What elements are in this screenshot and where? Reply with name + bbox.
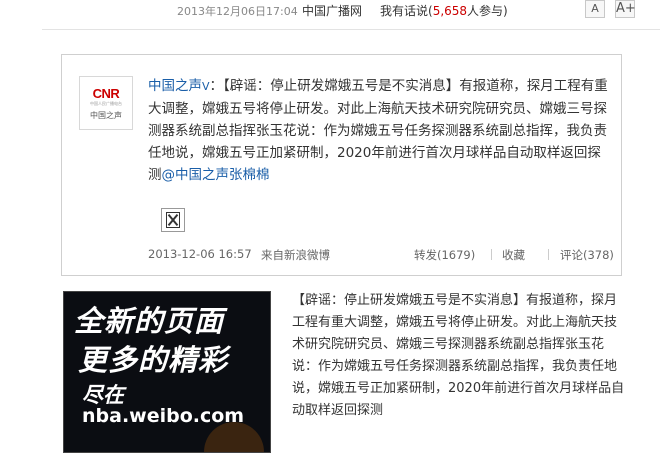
ad-line-2: 更多的精彩 bbox=[78, 343, 229, 377]
nba-weibo-ad[interactable]: 全新的页面 更多的精彩 尽在 nba.weibo.com bbox=[63, 291, 271, 453]
comment-suffix: 人参与) bbox=[467, 4, 508, 18]
comments-link[interactable]: 评论(378) bbox=[560, 247, 614, 263]
avatar[interactable]: CNR 中国人民广播电台 中国之声 bbox=[79, 76, 133, 130]
comment-count: 5,658 bbox=[432, 4, 468, 18]
font-size-small-button[interactable]: A bbox=[585, 0, 605, 18]
weibo-card: CNR 中国人民广播电台 中国之声 中国之声V：【辟谣：停止研发嫦娥五号是不实消… bbox=[61, 54, 622, 276]
collect-link[interactable]: 收藏 bbox=[502, 247, 525, 263]
weibo-user-link[interactable]: 中国之声 bbox=[148, 78, 202, 94]
footer-divider bbox=[491, 249, 492, 260]
verified-icon: V bbox=[202, 80, 210, 93]
image-thumbnail[interactable] bbox=[161, 208, 185, 232]
source-link[interactable]: 中国广播网 bbox=[302, 2, 362, 19]
mention-link[interactable]: @中国之声张棉棉 bbox=[162, 167, 270, 183]
repost-link[interactable]: 转发(1679) bbox=[414, 247, 475, 263]
comment-prefix: 我有话说( bbox=[380, 4, 433, 18]
divider bbox=[42, 29, 660, 30]
weibo-time-link[interactable]: 2013-12-06 16:57 bbox=[148, 247, 252, 261]
weibo-text: 中国之声V：【辟谣：停止研发嫦娥五号是不实消息】有报道称，探月工程有重大调整，嫦… bbox=[148, 75, 610, 186]
article-meta-bar: 2013年12月06日17:04 中国广播网 我有话说(5,658人参与) A … bbox=[0, 0, 660, 20]
cnr-logo-subtitle: 中国人民广播电台 bbox=[90, 101, 122, 106]
weibo-footer: 2013-12-06 16:57 来自新浪微博 转发(1679) 收藏 评论(3… bbox=[148, 247, 614, 263]
ad-url: nba.weibo.com bbox=[82, 405, 245, 427]
weibo-source-link[interactable]: 来自新浪微博 bbox=[261, 247, 330, 263]
publish-date: 2013年12月06日17:04 bbox=[177, 5, 298, 18]
avatar-name: 中国之声 bbox=[90, 111, 122, 120]
cnr-logo: CNR bbox=[92, 86, 120, 101]
footer-divider bbox=[548, 249, 549, 260]
ad-line-1: 全新的页面 bbox=[74, 304, 225, 338]
broken-image-icon bbox=[166, 212, 180, 228]
font-size-large-button[interactable]: A+ bbox=[615, 0, 636, 18]
article-paragraph: 【辟谣：停止研发嫦娥五号是不实消息】有报道称，探月工程有重大调整，嫦娥五号将停止… bbox=[292, 293, 625, 418]
comment-link[interactable]: 我有话说(5,658人参与) bbox=[380, 2, 508, 19]
